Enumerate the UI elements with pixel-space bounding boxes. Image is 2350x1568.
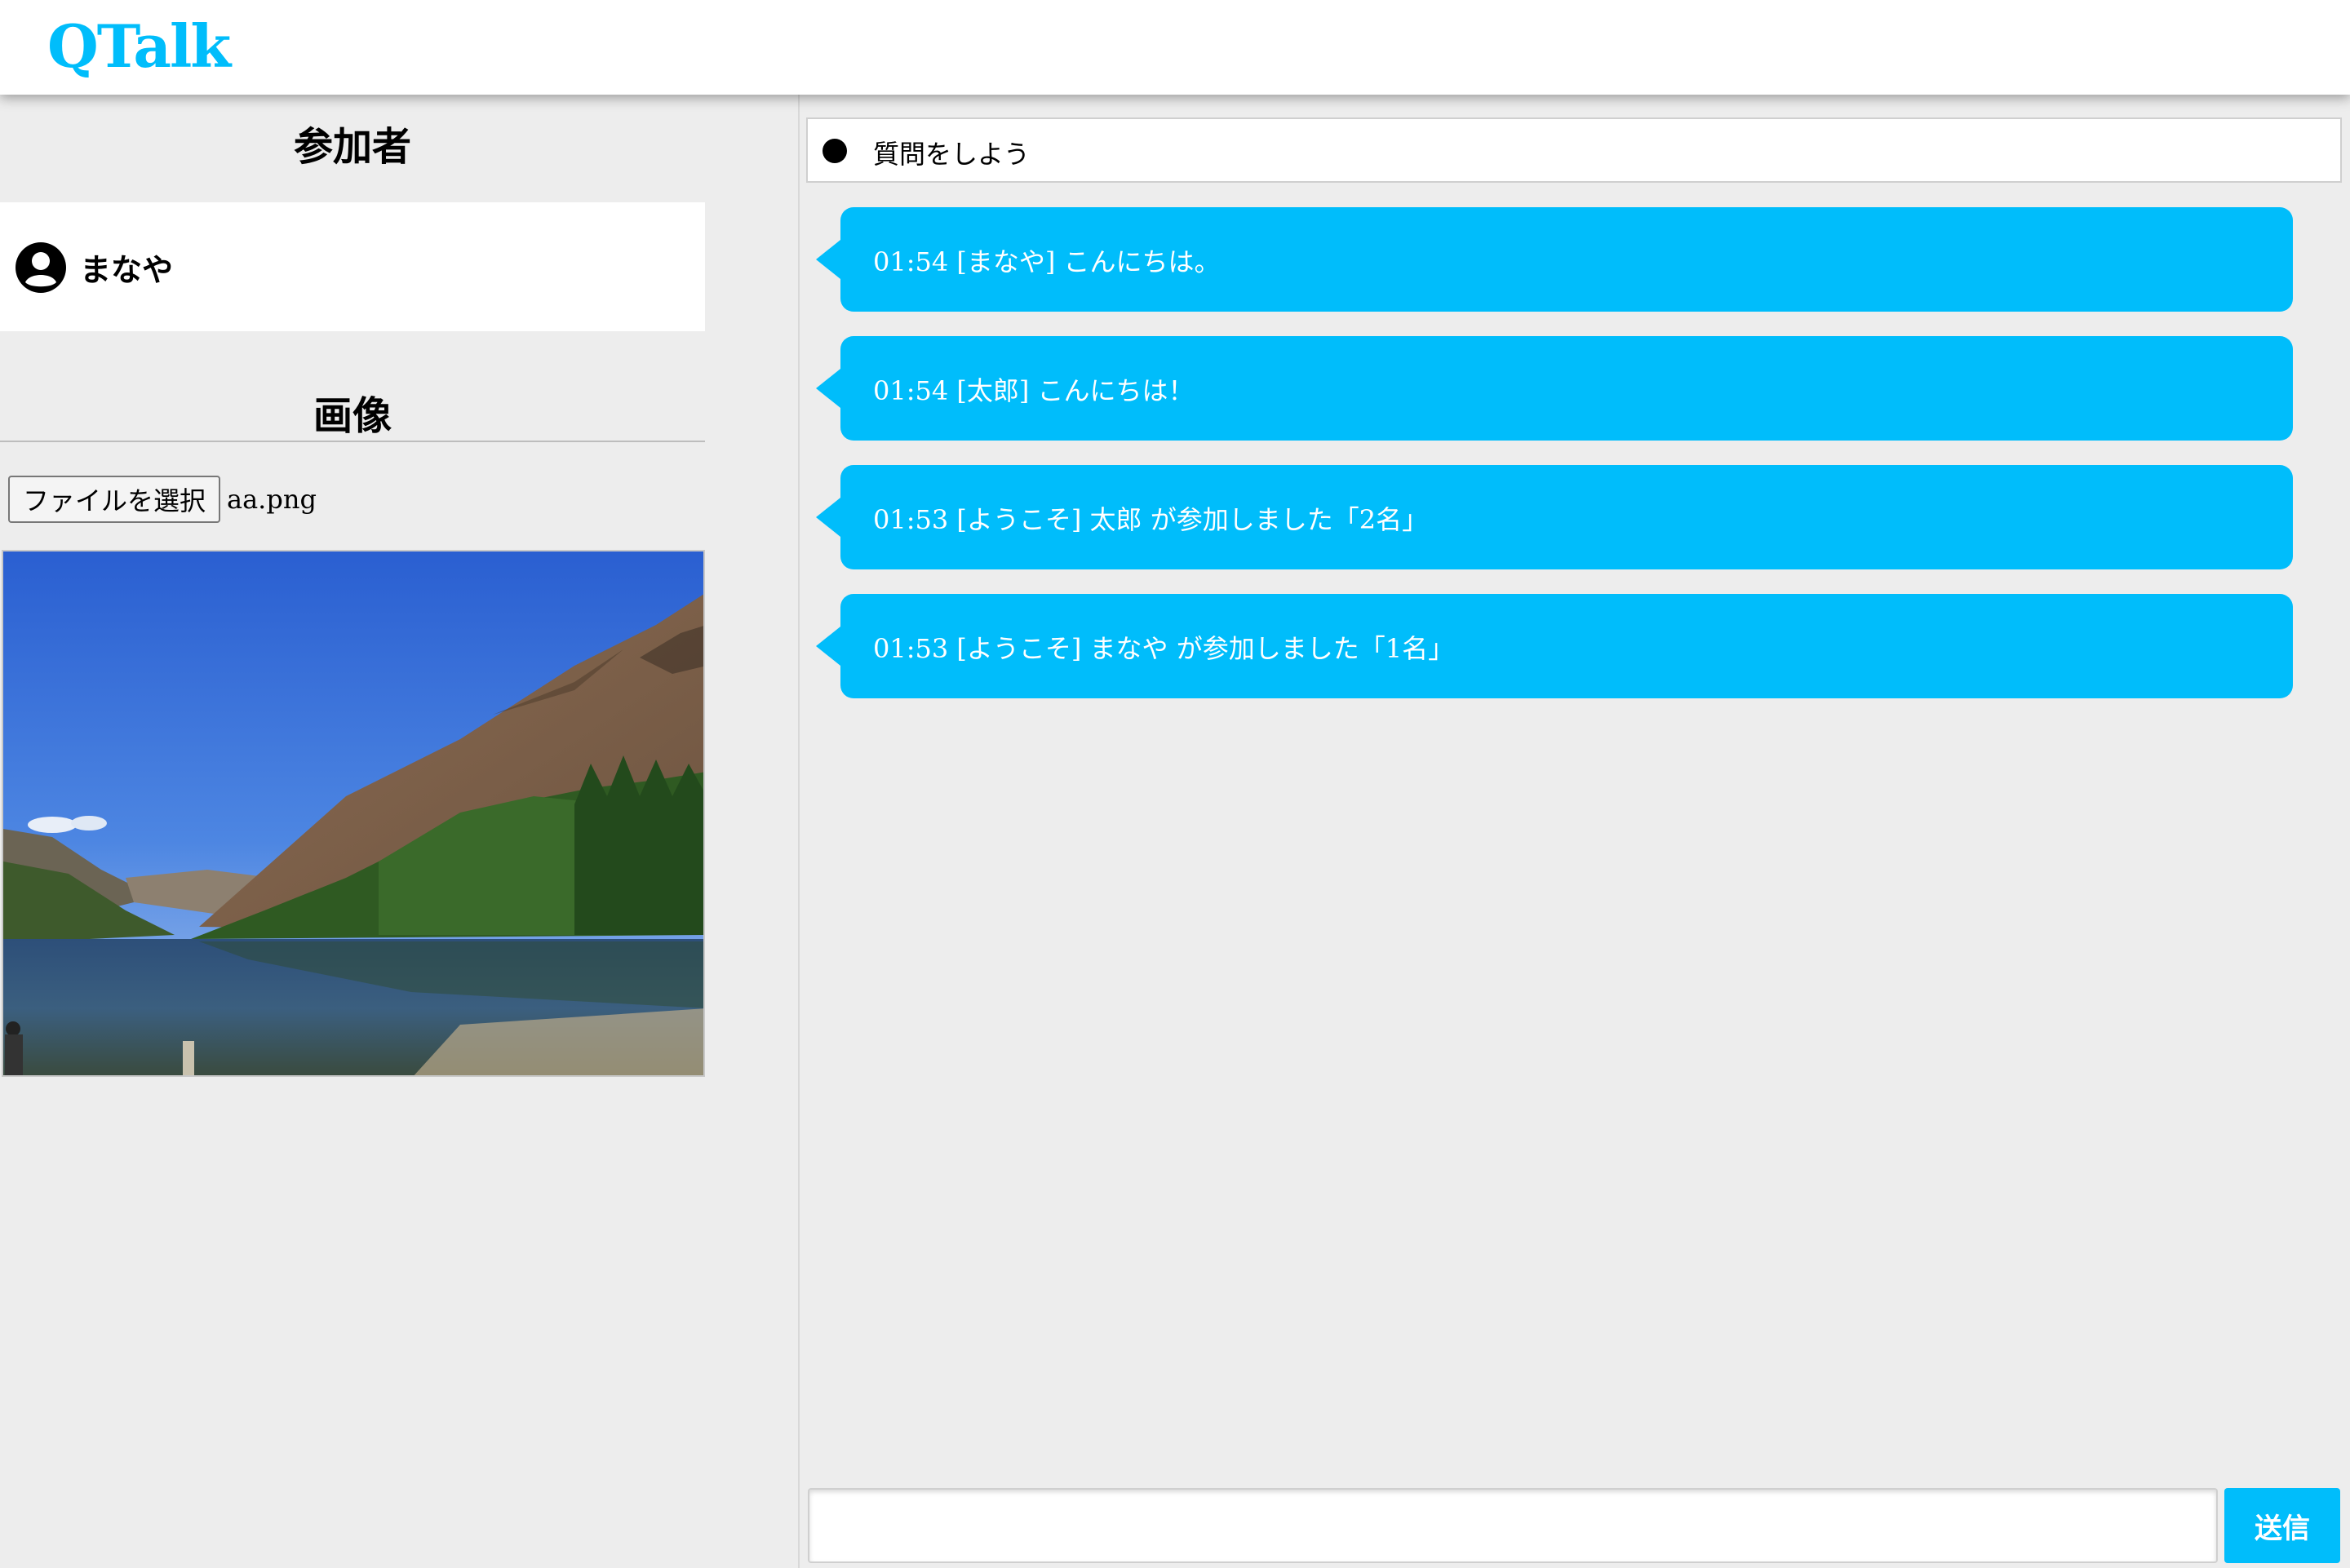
chat-message-text: 01:53 [ようこそ] まなや が参加しました「1名」: [873, 633, 1455, 664]
chat-message-text: 01:54 [まなや] こんにちは。: [873, 246, 1221, 277]
participant-name: まなや: [80, 251, 174, 288]
send-button[interactable]: 送信: [2224, 1488, 2340, 1563]
image-section-title: 画像: [313, 393, 392, 439]
selected-file-name: aa.png: [227, 484, 317, 515]
chat-message: 01:54 [太郎] こんにちは！: [816, 336, 2293, 441]
file-upload-row: ファイルを選択 aa.png: [8, 475, 317, 524]
chat-message: 01:53 [ようこそ] まなや が参加しました「1名」: [816, 594, 2293, 698]
app-logo[interactable]: QTalk: [47, 11, 231, 81]
topic-bullet-icon: [822, 139, 847, 163]
participants-title: 参加者: [293, 124, 411, 170]
choose-file-button[interactable]: ファイルを選択: [8, 476, 221, 523]
participant-item: まなや: [0, 202, 705, 331]
chat-message: 01:53 [ようこそ] 太郎 が参加しました「2名」: [816, 465, 2293, 569]
chat-message-text: 01:54 [太郎] こんにちは！: [873, 375, 1195, 406]
user-circle-icon: [16, 242, 66, 293]
message-input[interactable]: [808, 1488, 2218, 1563]
section-divider: [0, 441, 705, 442]
chat-topic-bar: 質問をしよう: [806, 117, 2342, 183]
sidebar: 参加者 まなや 画像 ファイルを選択 aa.png: [0, 95, 800, 1568]
app-header: QTalk: [0, 0, 2350, 95]
chat-topic: 質問をしよう: [873, 139, 1031, 170]
lake-landscape-image: [3, 551, 703, 1075]
chat-message-text: 01:53 [ようこそ] 太郎 が参加しました「2名」: [873, 504, 1429, 535]
chat-message: 01:54 [まなや] こんにちは。: [816, 207, 2293, 312]
uploaded-image-preview: [2, 550, 705, 1077]
